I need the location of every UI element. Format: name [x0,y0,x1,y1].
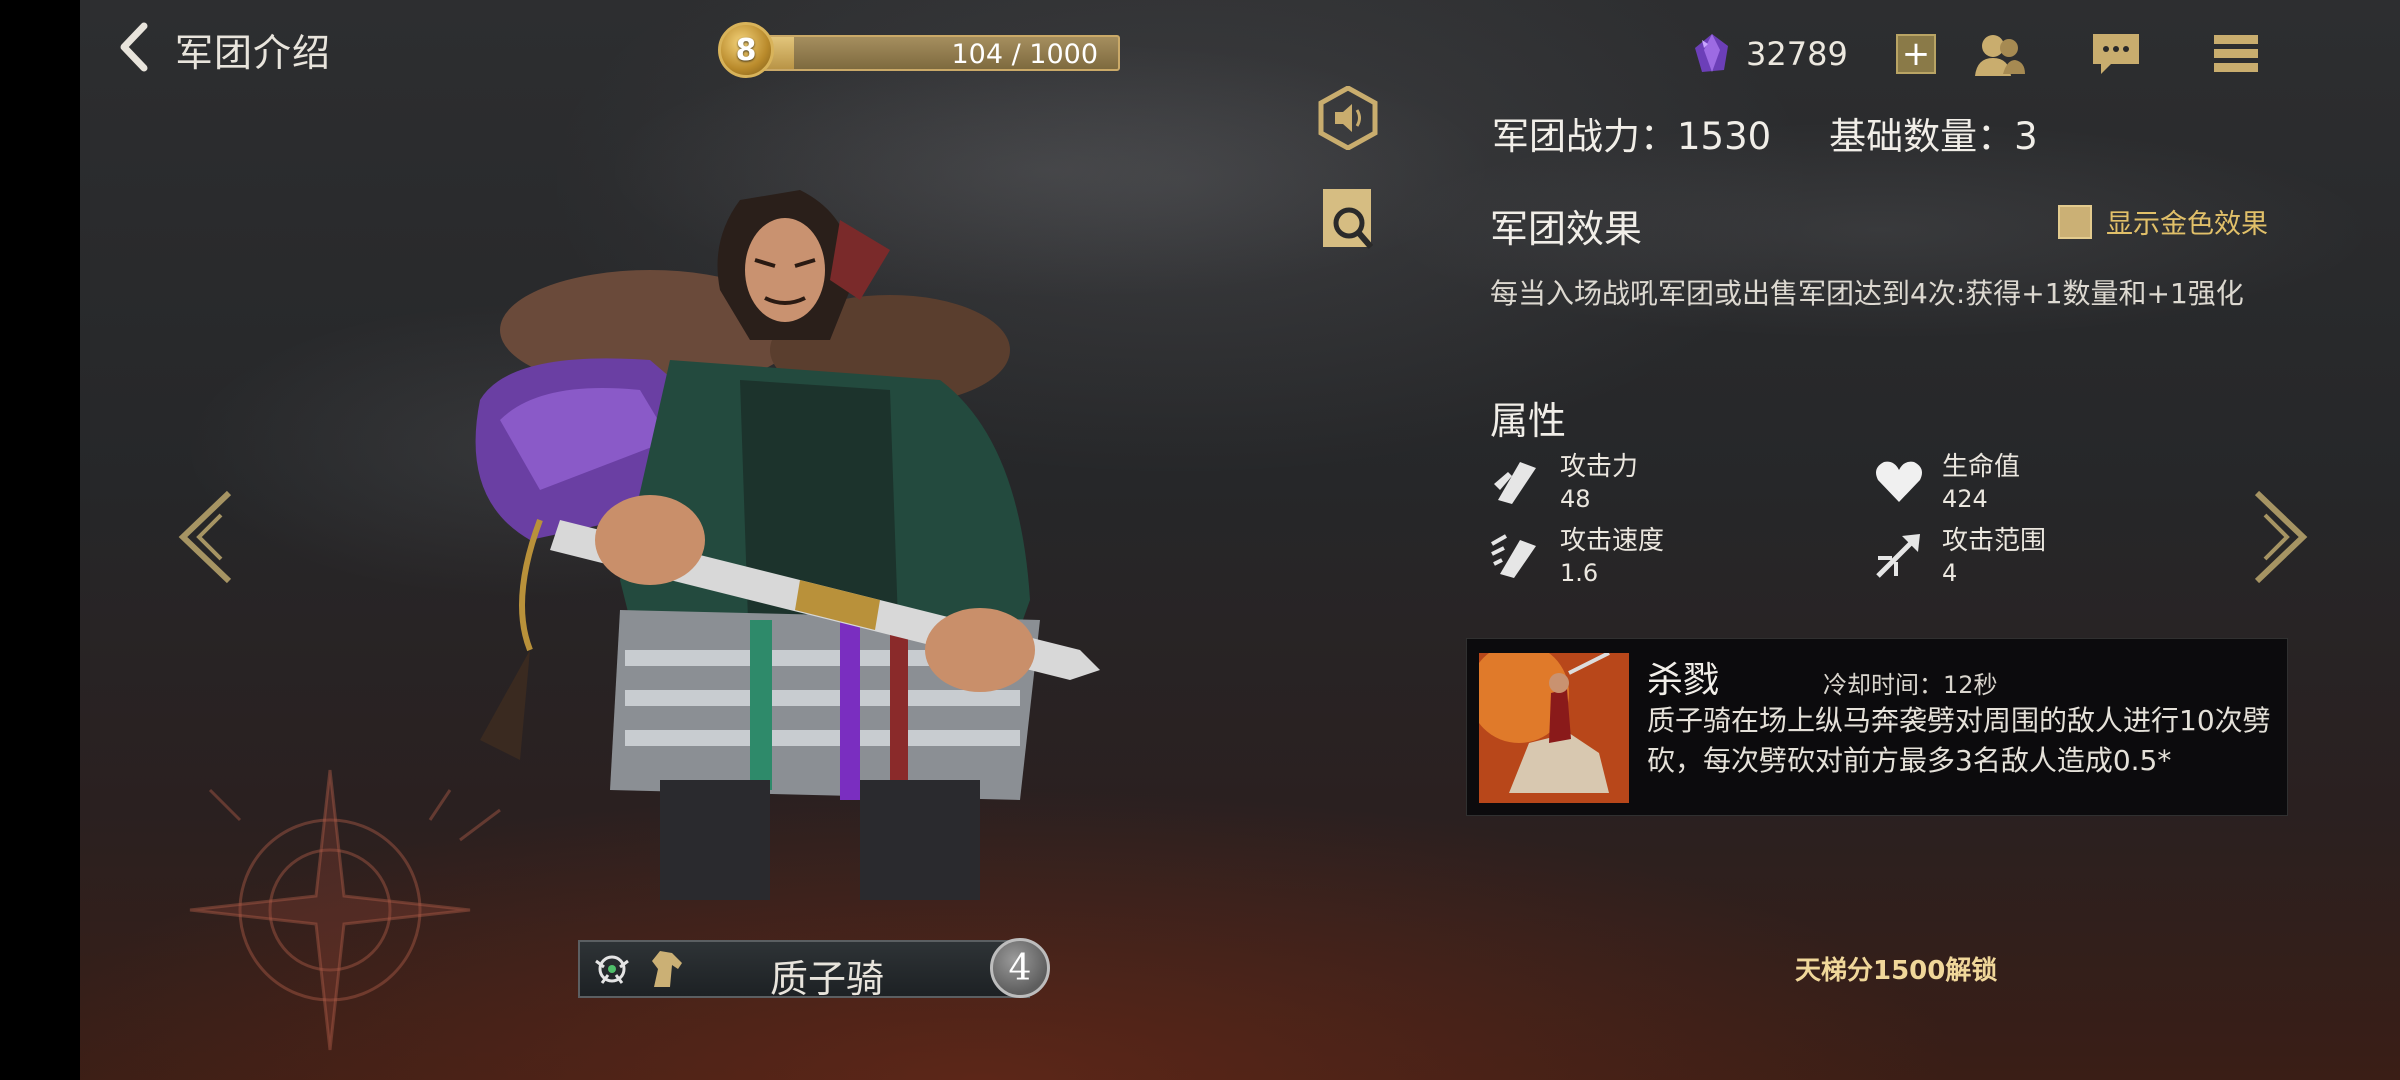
back-button[interactable] [108,20,158,74]
menu-button[interactable] [2208,26,2264,82]
purple-gem-icon [1695,34,1728,72]
menu-list-icon [2214,35,2258,72]
skill-image [1479,653,1629,803]
currency-bar: 32789 + [1690,28,1980,80]
cavalry-class-icon [644,947,688,991]
chat-button[interactable] [2088,26,2144,82]
range-arrow-icon [1876,534,1920,578]
attack-icon [1494,462,1536,504]
page-title: 军团介绍 [175,31,332,75]
effect-title: 军团效果 [1490,207,1643,251]
skill-name: 杀戮 [1647,660,1720,701]
screen-edge [0,0,80,1080]
attr-name: 生命值 [1942,452,2021,482]
attr-health: 生命值 424 [1872,450,2020,514]
attr-value: 1.6 [1560,559,1599,587]
currency-value: 32789 [1746,35,1848,73]
prev-unit-button[interactable] [172,490,242,584]
cavalry-charge-illustration [1479,653,1629,803]
faction-icon [590,947,634,991]
next-unit-button[interactable] [2244,490,2314,584]
add-currency-label: + [1901,34,1931,74]
effect-description: 每当入场战吼军团或出售军团达到4次:获得+1数量和+1强化 [1490,277,2244,310]
attr-value: 4 [1942,559,1958,587]
warrior-illustration [475,190,1100,900]
attr-attack-speed: 攻击速度 1.6 [1490,524,1664,588]
attr-value: 424 [1942,485,1988,513]
friends-button[interactable] [1972,26,2028,82]
skill-panel: 杀戮 冷却时间：12秒 质子骑在场上纵马奔袭劈对周围的敌人进行10次劈砍，每次劈… [1466,638,2288,816]
skill-cooldown: 冷却时间：12秒 [1823,671,1998,699]
unit-stats-row: 军团战力：1530 基础数量：3 [1492,106,2038,160]
attr-attack: 攻击力 48 [1490,450,1638,514]
attack-speed-icon [1491,534,1536,578]
skill-description: 质子骑在场上纵马奔袭劈对周围的敌人进行10次劈砍，每次劈砍对前方最多3名敌人造成… [1647,704,2271,777]
unlock-requirement: 天梯分1500解锁 [1795,956,1998,986]
speaker-icon [1318,86,1378,150]
attr-name: 攻击范围 [1942,526,2047,556]
gold-effect-checkbox[interactable] [2058,204,2092,239]
attr-value: 48 [1560,485,1591,513]
inspect-button[interactable] [1318,189,1378,250]
gold-effect-toggle[interactable]: 显示金色效果 [2058,202,2268,241]
base-count: 基础数量：3 [1829,115,2038,158]
legion-power: 军团战力：1530 [1492,115,1772,158]
player-level-badge: 8 [718,22,774,78]
player-level-value: 8 [735,32,757,68]
attr-name: 攻击速度 [1560,526,1665,556]
horse-head-icon [652,951,682,987]
chevron-left-icon [120,22,148,72]
magnifier-icon [1323,189,1374,249]
xp-bar: 104 / 1000 [754,35,1120,71]
arrow-right-icon [2254,490,2308,584]
attr-range: 攻击范围 4 [1872,524,2046,588]
faction-emblem-icon [595,955,629,984]
unit-level-value: 4 [1008,947,1032,989]
voice-button[interactable] [1318,86,1378,150]
unit-level-badge: 4 [990,938,1050,998]
attr-name: 攻击力 [1560,452,1639,482]
friends-icon [1975,35,2025,76]
unit-portrait [420,180,1140,920]
gold-effect-label: 显示金色效果 [2106,209,2268,240]
xp-text: 104 / 1000 [951,39,1098,70]
add-currency-button[interactable]: + [1896,34,1936,74]
heart-icon [1876,461,1922,502]
chat-bubble-icon [2093,34,2139,74]
unit-name: 质子骑 [770,957,885,1001]
unit-nameplate: 质子骑 4 [578,938,1050,1001]
arrow-left-icon [178,490,232,584]
player-level-bar: 104 / 1000 8 [718,22,1120,78]
attributes-title: 属性 [1490,399,1567,443]
